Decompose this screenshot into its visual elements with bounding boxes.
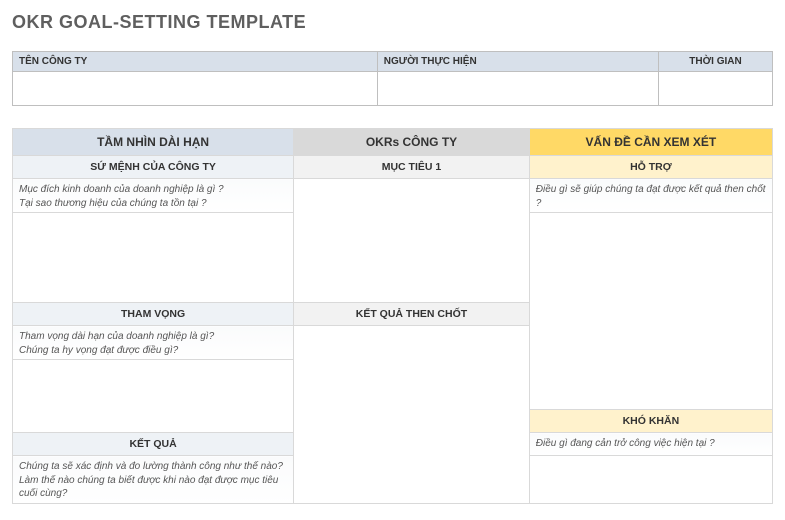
ambition-body[interactable] — [13, 360, 294, 433]
objective1-subheader: MỤC TIÊU 1 — [294, 156, 530, 179]
support-prompt: Điều gì sẽ giúp chúng ta đạt được kết qu… — [529, 179, 772, 213]
keyresults-subheader: KẾT QUẢ THEN CHỐT — [294, 303, 530, 326]
timeframe-header: THỜI GIAN — [658, 52, 772, 72]
mission-body[interactable] — [13, 213, 294, 303]
keyresults-body[interactable] — [294, 326, 530, 504]
mission-prompt: Mục đích kinh doanh của doanh nghiệp là … — [13, 179, 294, 213]
company-input-cell[interactable] — [13, 72, 378, 106]
performer-header: NGƯỜI THỰC HIỆN — [377, 52, 658, 72]
column-header-vision: TẦM NHÌN DÀI HẠN — [13, 129, 294, 156]
page-title: OKR GOAL-SETTING TEMPLATE — [12, 12, 773, 33]
header-info-table: TÊN CÔNG TY NGƯỜI THỰC HIỆN THỜI GIAN — [12, 51, 773, 106]
column-header-issues: VẤN ĐỀ CẦN XEM XÉT — [529, 129, 772, 156]
results-subheader: KẾT QUẢ — [13, 433, 294, 456]
support-body[interactable] — [529, 213, 772, 410]
column-header-okrs: OKRs CÔNG TY — [294, 129, 530, 156]
objective1-body[interactable] — [294, 179, 530, 303]
support-subheader: HỖ TRỢ — [529, 156, 772, 179]
obstacles-subheader: KHÓ KHĂN — [529, 410, 772, 433]
performer-input-cell[interactable] — [377, 72, 658, 106]
results-prompt: Chúng ta sẽ xác định và đo lường thành c… — [13, 456, 294, 504]
company-header: TÊN CÔNG TY — [13, 52, 378, 72]
obstacles-prompt: Điều gì đang cản trở công việc hiện tại … — [529, 433, 772, 456]
okr-main-table: TẦM NHÌN DÀI HẠN OKRs CÔNG TY VẤN ĐỀ CẦN… — [12, 128, 773, 504]
ambition-subheader: THAM VỌNG — [13, 303, 294, 326]
ambition-prompt: Tham vọng dài hạn của doanh nghiệp là gì… — [13, 326, 294, 360]
obstacles-body[interactable] — [529, 456, 772, 504]
mission-subheader: SỨ MỆNH CỦA CÔNG TY — [13, 156, 294, 179]
timeframe-input-cell[interactable] — [658, 72, 772, 106]
